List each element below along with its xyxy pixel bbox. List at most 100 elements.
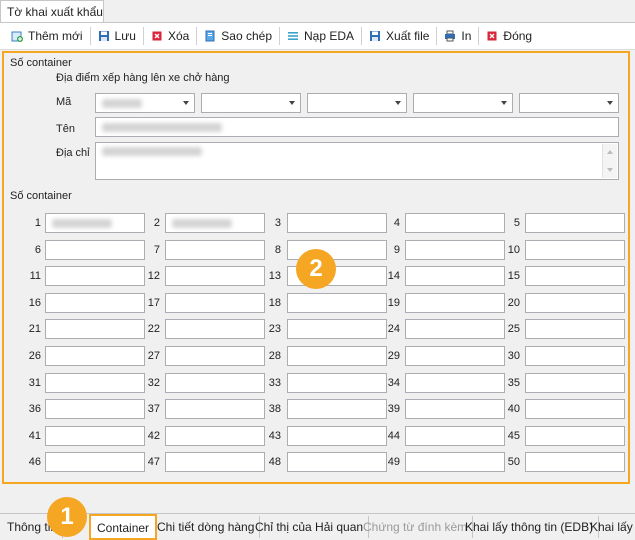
container-input[interactable] <box>525 213 625 233</box>
container-input[interactable] <box>45 319 145 340</box>
container-input[interactable] <box>525 319 625 340</box>
redacted-value <box>102 147 202 156</box>
ma-combo-4[interactable] <box>413 93 513 113</box>
ma-combo-3[interactable] <box>307 93 407 113</box>
export-file-button[interactable]: Xuất file <box>364 25 434 47</box>
container-number-label: 30 <box>507 350 520 362</box>
container-number-label: 43 <box>268 429 281 442</box>
delete-icon <box>151 30 163 42</box>
container-number-label: 13 <box>268 270 281 283</box>
container-group-legend: Số container <box>10 190 72 202</box>
container-input[interactable] <box>525 239 625 260</box>
container-number-label: 5 <box>513 217 520 229</box>
container-number-label: 21 <box>28 323 41 336</box>
container-input[interactable] <box>45 266 145 287</box>
container-input[interactable] <box>165 346 265 366</box>
redacted-value <box>52 219 112 228</box>
container-input[interactable] <box>525 346 625 366</box>
container-input[interactable] <box>405 372 505 393</box>
container-input[interactable] <box>405 425 505 446</box>
container-input[interactable] <box>405 452 505 473</box>
container-input[interactable] <box>45 213 145 233</box>
container-input[interactable] <box>405 213 505 233</box>
container-input[interactable] <box>287 319 387 340</box>
container-input[interactable] <box>165 399 265 420</box>
container-input[interactable] <box>165 319 265 340</box>
container-number-label: 15 <box>507 270 520 283</box>
container-input[interactable] <box>165 425 265 446</box>
container-number-label: 46 <box>28 456 41 469</box>
copy-button[interactable]: Sao chép <box>199 25 277 47</box>
container-input[interactable] <box>525 292 625 313</box>
container-number-label: 47 <box>147 456 160 469</box>
container-number-label: 49 <box>387 456 400 469</box>
print-button[interactable]: In <box>439 25 476 47</box>
container-input[interactable] <box>165 292 265 313</box>
container-input[interactable] <box>405 292 505 313</box>
container-input[interactable] <box>45 239 145 260</box>
container-input[interactable] <box>45 425 145 446</box>
container-input[interactable] <box>165 372 265 393</box>
container-input[interactable] <box>405 266 505 287</box>
callout-badge-1: 1 <box>47 497 87 537</box>
save-button[interactable]: Lưu <box>93 25 141 47</box>
container-input[interactable] <box>525 399 625 420</box>
ten-input[interactable] <box>95 117 619 137</box>
container-input[interactable] <box>525 372 625 393</box>
chevron-down-icon <box>289 101 295 105</box>
container-number-label: 6 <box>34 243 41 256</box>
tab-khai-lay[interactable]: Khai lấy <box>585 516 635 538</box>
container-input[interactable] <box>287 425 387 446</box>
chevron-down-icon <box>395 101 401 105</box>
container-input[interactable] <box>165 213 265 233</box>
tab-chi-tiet-dong-hang[interactable]: Chi tiết dòng hàng <box>152 516 261 538</box>
container-input[interactable] <box>405 346 505 366</box>
container-input[interactable] <box>525 452 625 473</box>
container-input[interactable] <box>405 239 505 260</box>
container-input[interactable] <box>45 399 145 420</box>
container-input[interactable] <box>525 266 625 287</box>
container-input[interactable] <box>45 372 145 393</box>
container-input[interactable] <box>405 399 505 420</box>
container-number-label: 23 <box>268 323 281 336</box>
close-button[interactable]: Đóng <box>481 25 537 47</box>
container-input[interactable] <box>287 346 387 366</box>
tab-container[interactable]: Container <box>89 514 158 540</box>
container-input[interactable] <box>287 452 387 473</box>
loading-location-title: Địa điểm xếp hàng lên xe chở hàng <box>56 72 230 84</box>
tab-khai-lay-edb[interactable]: Khai lấy thông tin (EDB) <box>460 516 600 538</box>
ma-combo-5[interactable] <box>519 93 619 113</box>
scrollbar[interactable] <box>602 144 617 178</box>
close-icon <box>486 30 498 42</box>
redacted-value <box>172 219 232 228</box>
tab-chung-tu-dinh-kem: Chứng từ đính kèm <box>358 516 474 538</box>
container-input[interactable] <box>525 425 625 446</box>
container-input[interactable] <box>45 346 145 366</box>
toolbar-separator <box>279 27 281 45</box>
diachi-input[interactable] <box>95 142 619 180</box>
add-button[interactable]: Thêm mới <box>6 25 88 47</box>
container-input[interactable] <box>45 452 145 473</box>
container-input[interactable] <box>405 319 505 340</box>
document-tab[interactable]: Tờ khai xuất khẩu <box>0 0 104 22</box>
container-input[interactable] <box>287 292 387 313</box>
container-input[interactable] <box>165 266 265 287</box>
container-number-label: 27 <box>147 350 160 362</box>
container-number-label: 45 <box>507 429 520 442</box>
chevron-down-icon <box>607 101 613 105</box>
container-number-label: 38 <box>268 403 281 416</box>
container-input[interactable] <box>287 213 387 233</box>
ma-combo-2[interactable] <box>201 93 301 113</box>
tab-chi-thi-hai-quan[interactable]: Chỉ thị của Hải quan <box>250 516 370 538</box>
container-input[interactable] <box>287 372 387 393</box>
container-number-label: 32 <box>147 376 160 389</box>
container-input[interactable] <box>165 239 265 260</box>
container-number-label: 42 <box>147 429 160 442</box>
delete-button[interactable]: Xóa <box>146 25 194 47</box>
container-input[interactable] <box>45 292 145 313</box>
container-number-label: 4 <box>393 217 400 229</box>
container-input[interactable] <box>287 399 387 420</box>
load-eda-button[interactable]: Nạp EDA <box>282 25 359 47</box>
ma-combo-1[interactable] <box>95 93 195 113</box>
container-input[interactable] <box>165 452 265 473</box>
